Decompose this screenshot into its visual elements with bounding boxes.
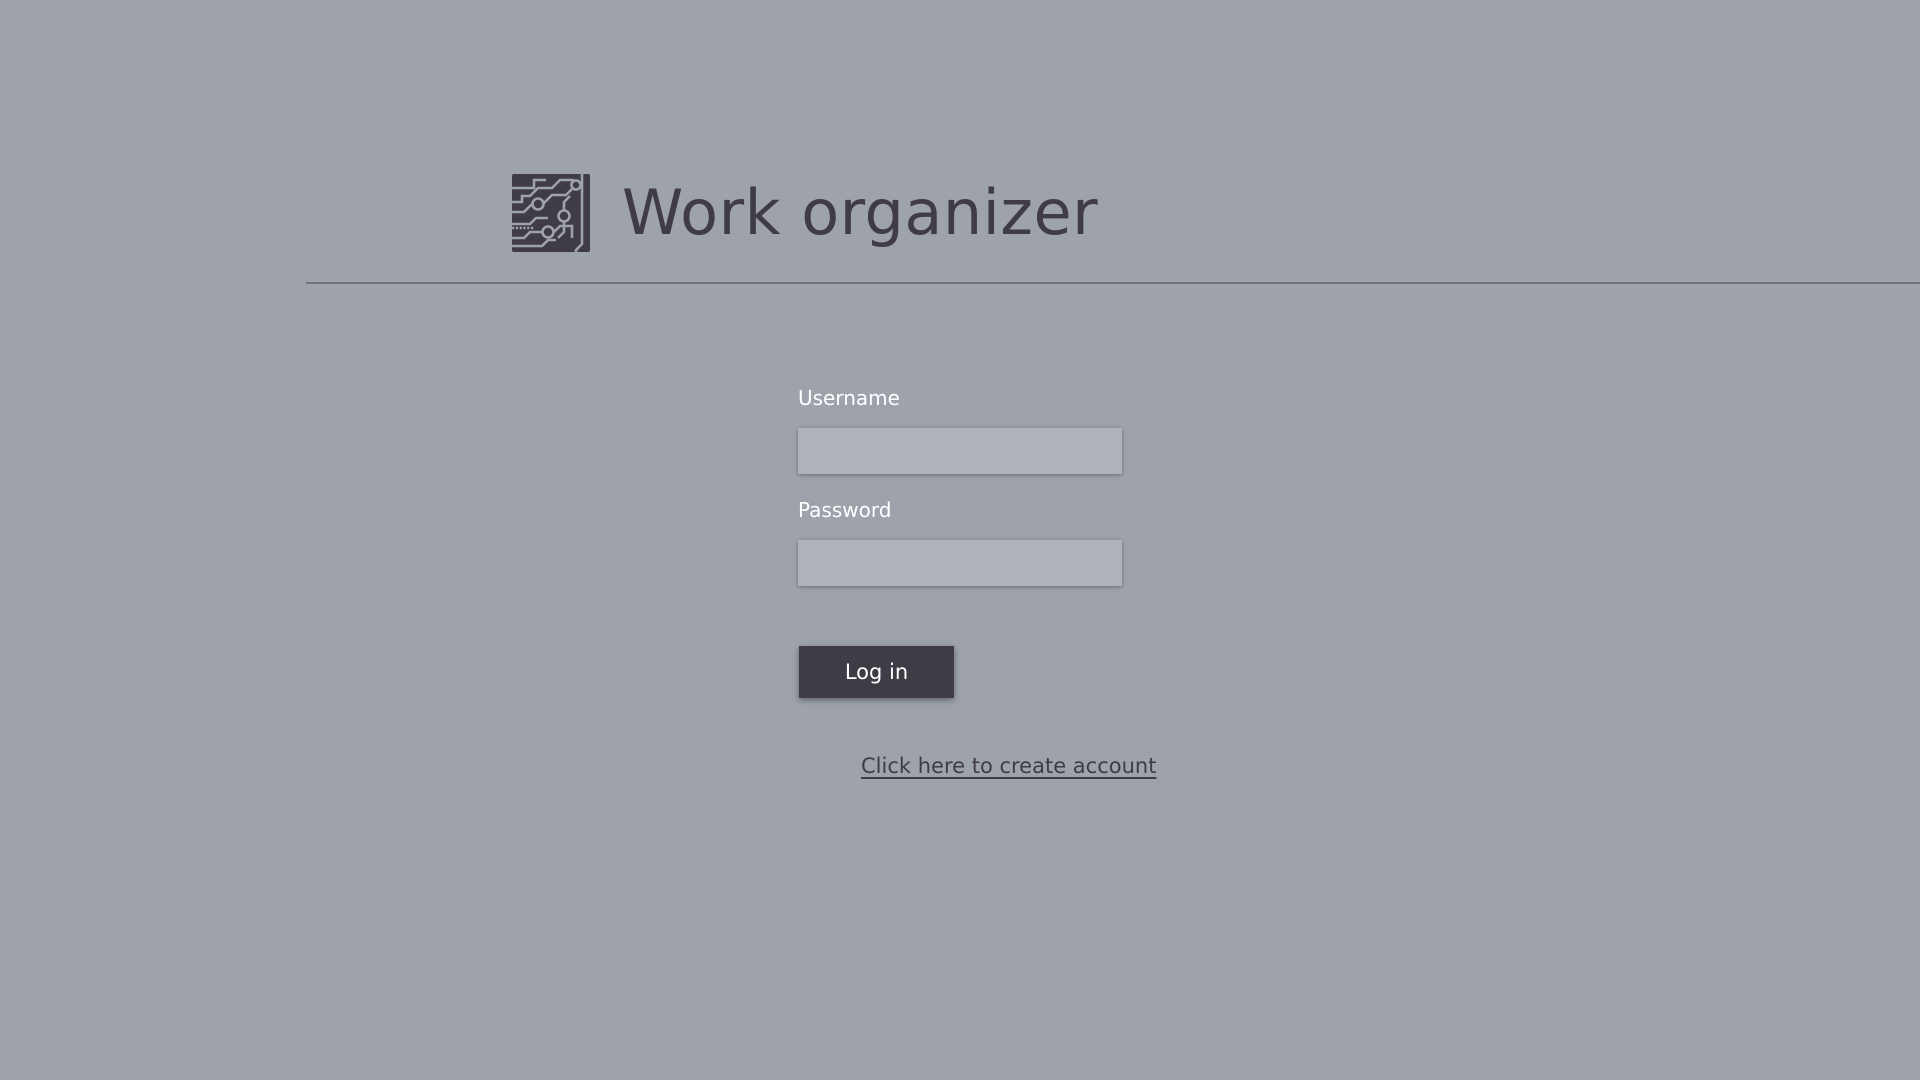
circuit-board-icon <box>512 174 590 252</box>
login-button[interactable]: Log in <box>799 646 954 698</box>
app-title: Work organizer <box>622 176 1099 249</box>
header-divider <box>306 282 1920 284</box>
login-page: Work organizer Username Password Log in … <box>0 0 1920 1080</box>
username-label: Username <box>798 386 900 410</box>
login-form: Username Password Log in <box>798 384 1122 698</box>
username-input[interactable] <box>798 428 1122 474</box>
app-header: Work organizer <box>512 174 1098 252</box>
create-account-link[interactable]: Click here to create account <box>861 754 1156 778</box>
password-label: Password <box>798 498 892 522</box>
password-input[interactable] <box>798 540 1122 586</box>
